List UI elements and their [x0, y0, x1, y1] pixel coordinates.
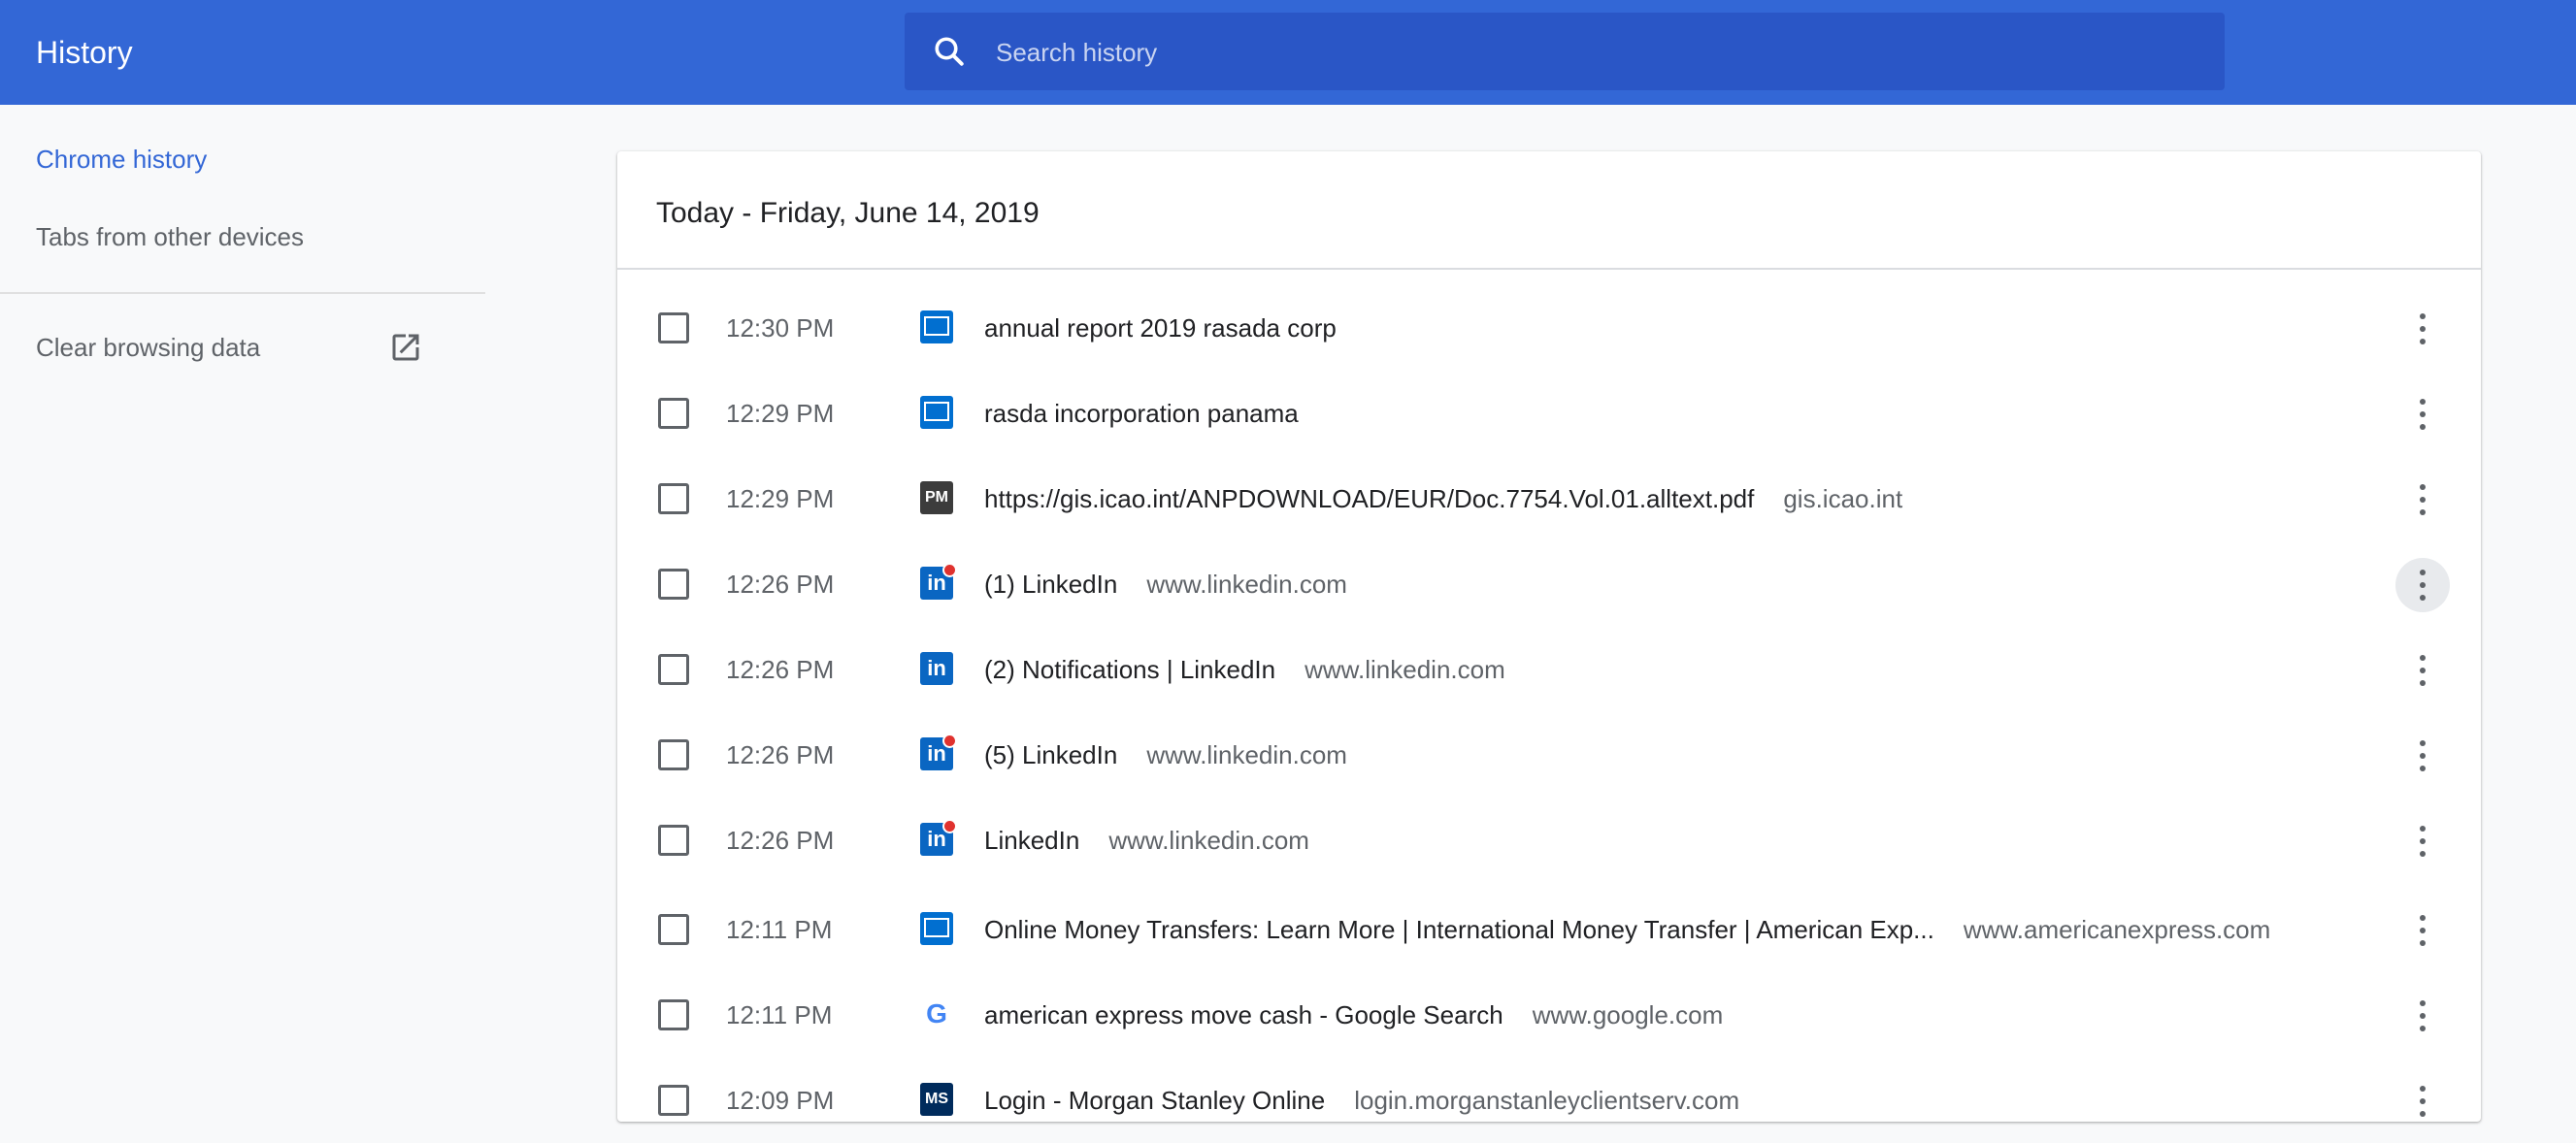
entry-title: (2) Notifications | LinkedIn: [984, 655, 1276, 684]
more-actions-icon[interactable]: [2395, 643, 2450, 698]
entry-domain: www.google.com: [1532, 1000, 1724, 1029]
entry-domain: www.linkedin.com: [1305, 655, 1505, 684]
row-checkbox[interactable]: [658, 999, 689, 1030]
history-row[interactable]: 12:29 PM PM https://gis.icao.int/ANPDOWN…: [617, 456, 2481, 541]
morgan-stanley-favicon: MS: [920, 1083, 953, 1116]
history-row[interactable]: 12:09 PM MS Login - Morgan Stanley Onlin…: [617, 1058, 2481, 1143]
history-row[interactable]: 12:26 PM in (2) Notifications | LinkedIn…: [617, 627, 2481, 712]
history-entry-link[interactable]: rasda incorporation panama: [984, 394, 1328, 433]
entry-title: annual report 2019 rasada corp: [984, 313, 1337, 343]
more-actions-icon[interactable]: [2395, 558, 2450, 612]
history-entry-link[interactable]: https://gis.icao.int/ANPDOWNLOAD/EUR/Doc…: [984, 479, 1902, 518]
history-row[interactable]: 12:26 PM in (5) LinkedIn www.linkedin.com: [617, 712, 2481, 798]
linkedin-favicon: in: [920, 563, 957, 600]
card-divider: [617, 268, 2481, 270]
visit-time: 12:26 PM: [726, 740, 835, 769]
row-checkbox[interactable]: [658, 398, 689, 429]
visit-time: 12:29 PM: [726, 399, 835, 428]
linkedin-favicon: in: [920, 652, 953, 685]
visit-time: 12:26 PM: [726, 826, 835, 855]
more-actions-icon[interactable]: [2395, 1074, 2450, 1128]
visit-time: 12:29 PM: [726, 484, 835, 513]
more-actions-icon[interactable]: [2395, 903, 2450, 958]
clear-browsing-data-link[interactable]: Clear browsing data: [36, 330, 260, 365]
entry-title: american express move cash - Google Sear…: [984, 1000, 1503, 1029]
visit-time: 12:26 PM: [726, 655, 835, 684]
linkedin-favicon: in: [920, 734, 957, 770]
entry-domain: www.americanexpress.com: [1963, 915, 2271, 944]
history-entry-link[interactable]: LinkedIn www.linkedin.com: [984, 821, 1309, 860]
search-icon[interactable]: [932, 34, 967, 69]
entry-title: (1) LinkedIn: [984, 570, 1118, 599]
entry-title: Login - Morgan Stanley Online: [984, 1086, 1326, 1115]
entry-title: rasda incorporation panama: [984, 399, 1299, 428]
more-actions-icon[interactable]: [2395, 473, 2450, 527]
row-checkbox[interactable]: [658, 1085, 689, 1116]
top-bar: History: [0, 0, 2576, 105]
entry-title: https://gis.icao.int/ANPDOWNLOAD/EUR/Doc…: [984, 484, 1755, 513]
row-checkbox[interactable]: [658, 825, 689, 856]
more-actions-icon[interactable]: [2395, 989, 2450, 1043]
history-row[interactable]: 12:11 PM G american express move cash - …: [617, 972, 2481, 1058]
google-favicon: G: [920, 997, 953, 1030]
row-checkbox[interactable]: [658, 483, 689, 514]
history-card: Today - Friday, June 14, 2019 12:30 PM a…: [617, 151, 2481, 1122]
linkedin-favicon: in: [920, 819, 957, 856]
search-input[interactable]: [994, 13, 2163, 92]
pm-favicon: PM: [920, 481, 953, 514]
entry-domain: www.linkedin.com: [1146, 740, 1347, 769]
row-checkbox[interactable]: [658, 739, 689, 770]
open-in-new-icon[interactable]: [388, 330, 423, 365]
visit-time: 12:09 PM: [726, 1086, 835, 1115]
amex-favicon: [920, 310, 953, 343]
row-checkbox[interactable]: [658, 312, 689, 343]
history-entry-link[interactable]: american express move cash - Google Sear…: [984, 996, 1723, 1034]
entry-domain: login.morganstanleyclientserv.com: [1354, 1086, 1740, 1115]
entry-title: (5) LinkedIn: [984, 740, 1118, 769]
amex-favicon: [920, 396, 953, 429]
history-row[interactable]: 12:11 PM Online Money Transfers: Learn M…: [617, 887, 2481, 972]
history-entry-link[interactable]: Online Money Transfers: Learn More | Int…: [984, 910, 2270, 949]
entry-title: LinkedIn: [984, 826, 1080, 855]
history-entry-link[interactable]: (2) Notifications | LinkedIn www.linkedin…: [984, 650, 1505, 689]
date-heading: Today - Friday, June 14, 2019: [656, 197, 1040, 229]
more-actions-icon[interactable]: [2395, 387, 2450, 441]
more-actions-icon[interactable]: [2395, 814, 2450, 868]
row-checkbox[interactable]: [658, 569, 689, 600]
sidebar-item-chrome-history[interactable]: Chrome history: [36, 142, 207, 177]
page-title: History: [36, 35, 133, 70]
entry-domain: gis.icao.int: [1783, 484, 1903, 513]
search-box[interactable]: [905, 13, 2225, 92]
sidebar-divider: [0, 292, 485, 294]
entry-domain: www.linkedin.com: [1146, 570, 1347, 599]
visit-time: 12:11 PM: [726, 915, 833, 944]
entry-title: Online Money Transfers: Learn More | Int…: [984, 915, 1934, 944]
visit-time: 12:30 PM: [726, 313, 835, 343]
history-entry-link[interactable]: (5) LinkedIn www.linkedin.com: [984, 735, 1347, 774]
history-entry-link[interactable]: annual report 2019 rasada corp: [984, 309, 1366, 347]
history-row[interactable]: 12:30 PM annual report 2019 rasada corp: [617, 285, 2481, 371]
history-row[interactable]: 12:29 PM rasda incorporation panama: [617, 371, 2481, 456]
row-checkbox[interactable]: [658, 654, 689, 685]
more-actions-icon[interactable]: [2395, 729, 2450, 783]
history-entry-link[interactable]: (1) LinkedIn www.linkedin.com: [984, 565, 1347, 604]
history-row[interactable]: 12:26 PM in LinkedIn www.linkedin.com: [617, 798, 2481, 883]
history-row[interactable]: 12:26 PM in (1) LinkedIn www.linkedin.com: [617, 541, 2481, 627]
amex-favicon: [920, 912, 953, 945]
history-entry-link[interactable]: Login - Morgan Stanley Online login.morga…: [984, 1081, 1739, 1120]
sidebar-item-tabs-other-devices[interactable]: Tabs from other devices: [36, 219, 304, 254]
visit-time: 12:26 PM: [726, 570, 835, 599]
row-checkbox[interactable]: [658, 914, 689, 945]
visit-time: 12:11 PM: [726, 1000, 833, 1029]
entry-domain: www.linkedin.com: [1108, 826, 1309, 855]
more-actions-icon[interactable]: [2395, 302, 2450, 356]
